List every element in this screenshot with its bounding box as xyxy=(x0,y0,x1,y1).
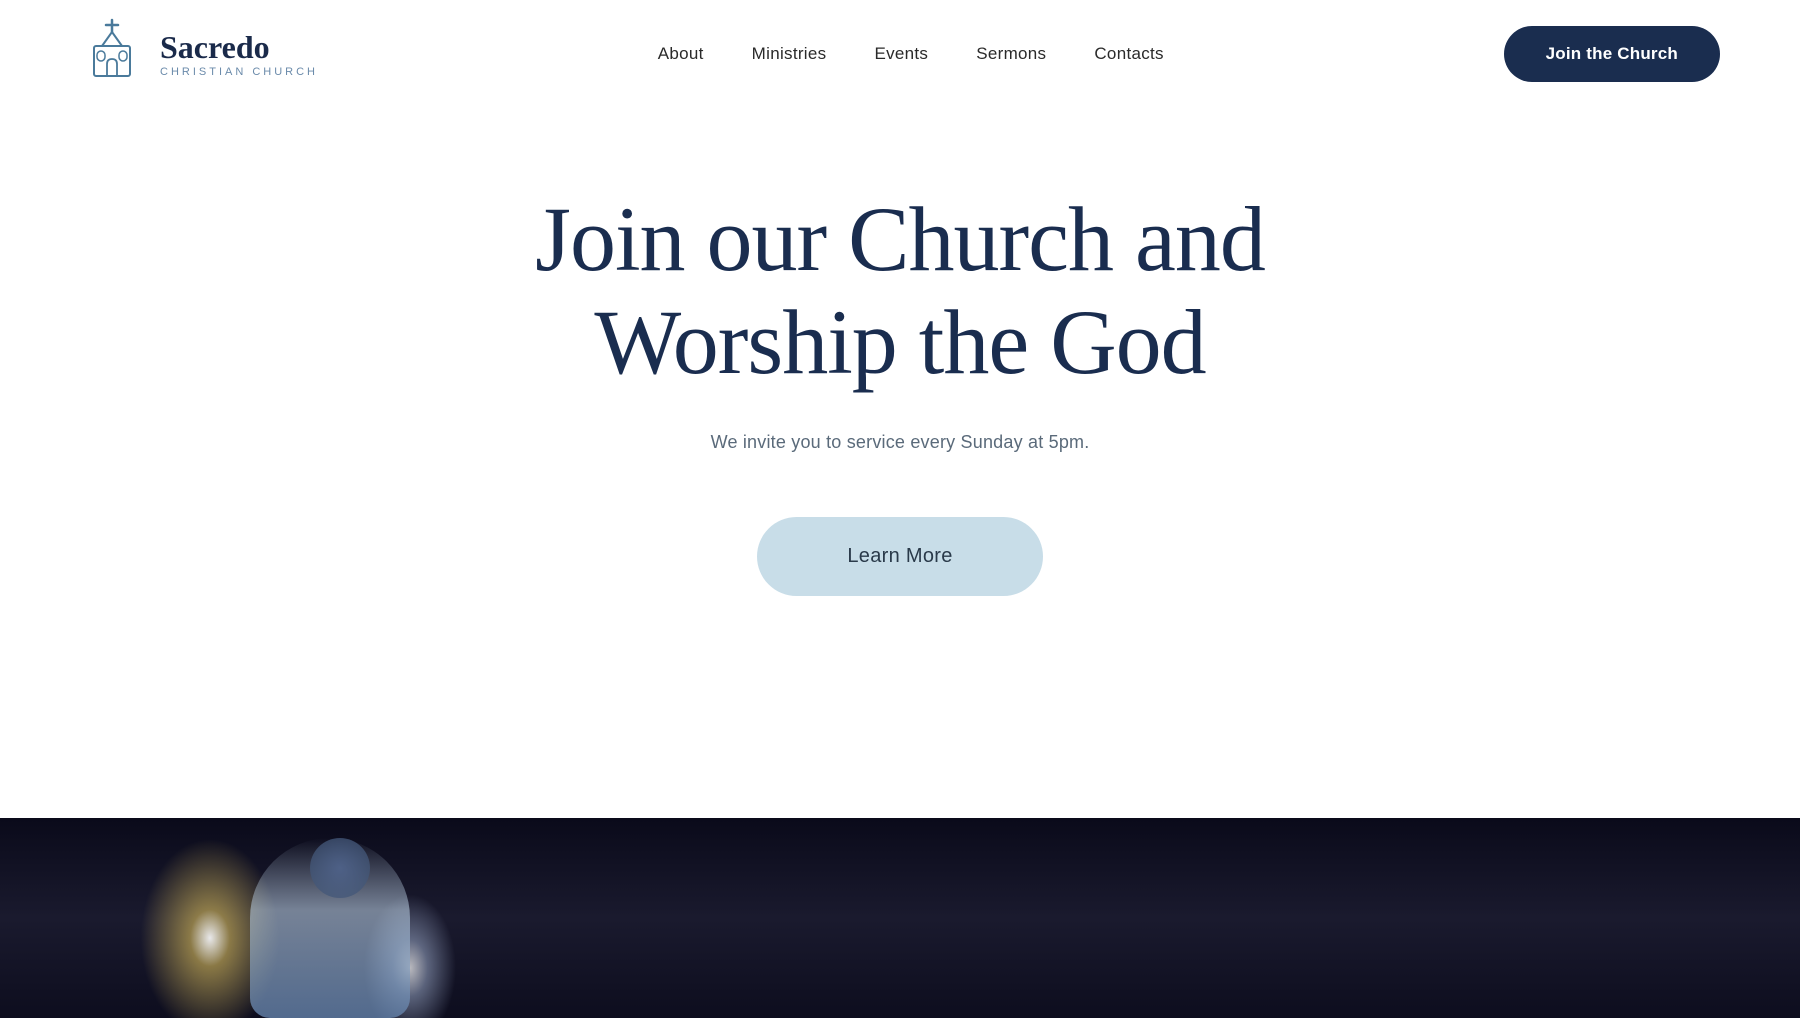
hero-section: Join our Church and Worship the God We i… xyxy=(0,108,1800,858)
hero-subtitle: We invite you to service every Sunday at… xyxy=(711,432,1090,453)
person-head xyxy=(310,838,370,898)
logo-name: Sacredo xyxy=(160,30,318,65)
logo-text-group: Sacredo CHRISTIAN CHURCH xyxy=(160,30,318,77)
main-nav: About Ministries Events Sermons Contacts xyxy=(658,44,1164,64)
hero-title: Join our Church and Worship the God xyxy=(535,188,1265,394)
learn-more-button[interactable]: Learn More xyxy=(757,517,1042,596)
nav-ministries[interactable]: Ministries xyxy=(752,44,827,64)
nav-events[interactable]: Events xyxy=(874,44,928,64)
church-logo-icon xyxy=(80,18,144,90)
logo-subtitle: CHRISTIAN CHURCH xyxy=(160,66,318,78)
site-header: Sacredo CHRISTIAN CHURCH About Ministrie… xyxy=(0,0,1800,108)
logo-area: Sacredo CHRISTIAN CHURCH xyxy=(80,18,318,90)
nav-contacts[interactable]: Contacts xyxy=(1094,44,1164,64)
hero-title-line2: Worship the God xyxy=(594,291,1205,393)
nav-sermons[interactable]: Sermons xyxy=(976,44,1046,64)
join-church-button[interactable]: Join the Church xyxy=(1504,26,1720,82)
nav-about[interactable]: About xyxy=(658,44,704,64)
person-silhouette xyxy=(220,828,440,1018)
learn-more-wrapper: Learn More xyxy=(757,517,1042,596)
hero-image-area xyxy=(0,818,1800,1018)
hero-title-line1: Join our Church and xyxy=(535,188,1265,290)
